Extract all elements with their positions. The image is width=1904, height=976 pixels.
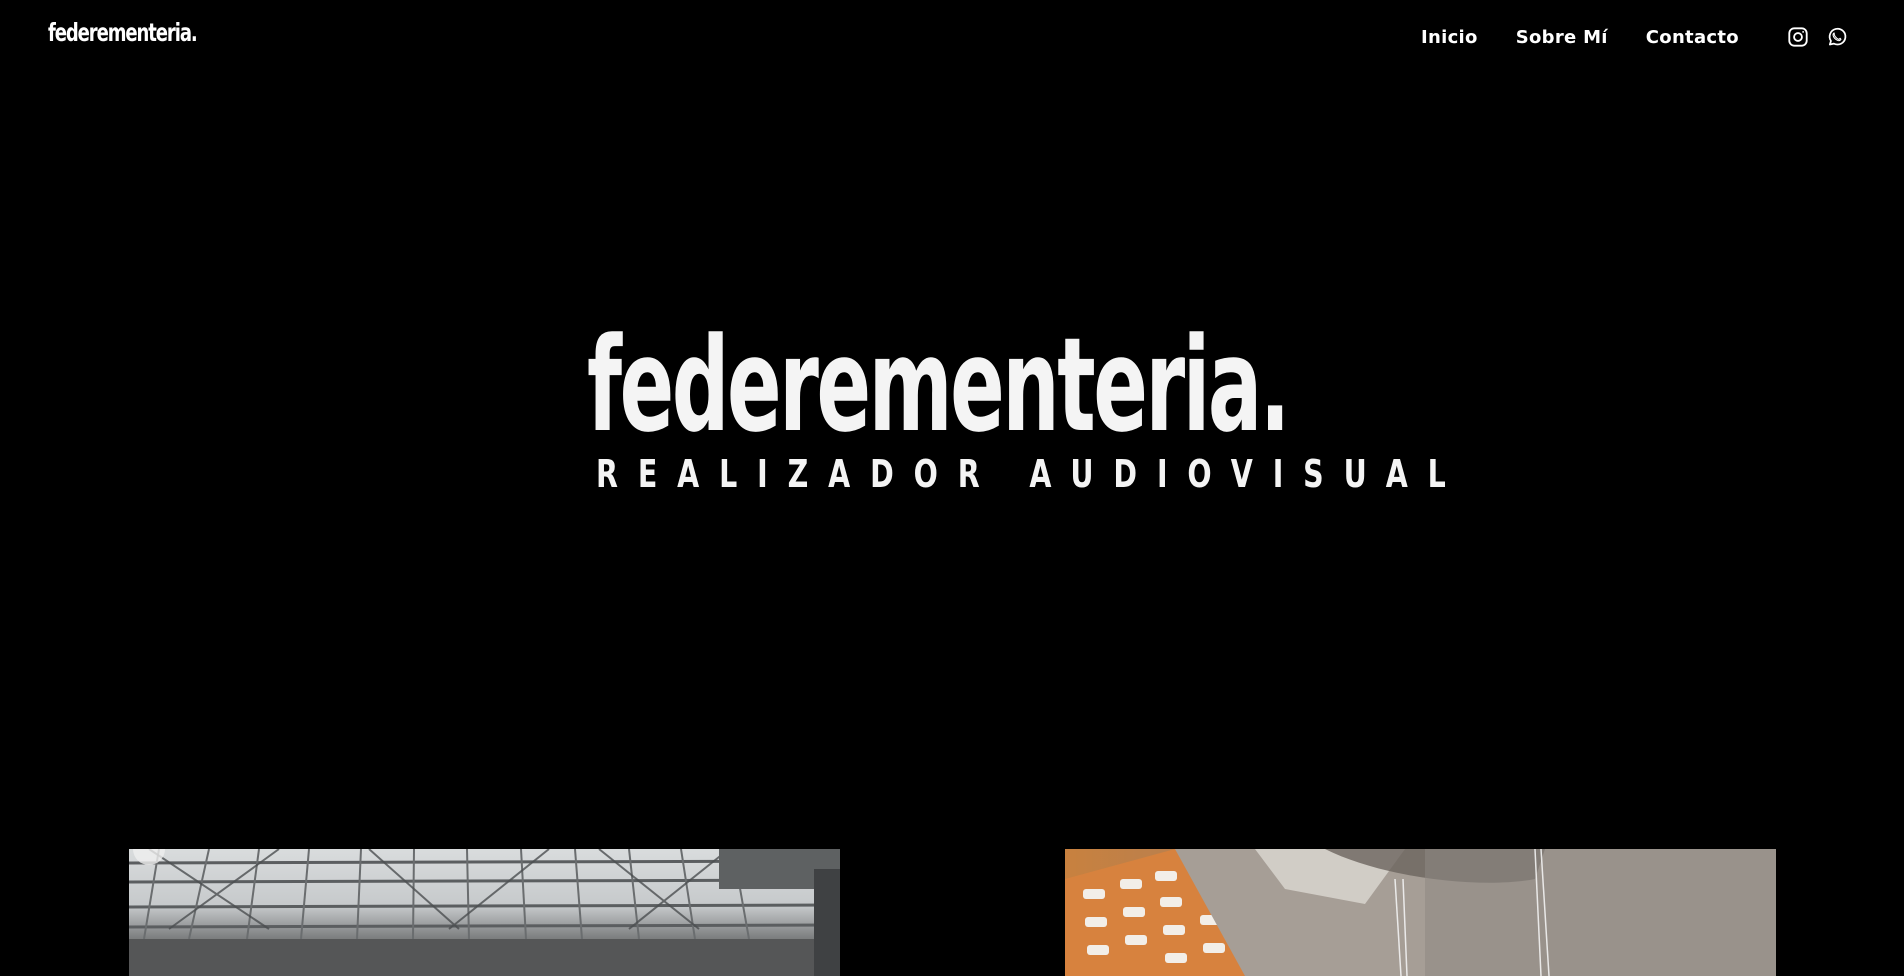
site-header: federementeria. Inicio Sobre Mí Contacto (0, 0, 1904, 76)
nav-link-inicio[interactable]: Inicio (1421, 26, 1478, 50)
whatsapp-icon[interactable] (1826, 26, 1848, 48)
hero-subtitle: REALIZADOR AUDIOVISUAL (596, 452, 1466, 496)
video-thumbnail-2[interactable] (1065, 849, 1776, 976)
hero-title: federementeria. (587, 309, 1290, 461)
page: federementeria. Inicio Sobre Mí Contacto (0, 0, 1904, 976)
studio-interior-image (1065, 849, 1776, 976)
social-links (1787, 26, 1865, 48)
nav-link-contacto[interactable]: Contacto (1646, 26, 1739, 50)
brand-logo-link[interactable]: federementeria. (48, 18, 198, 47)
warehouse-roof-image (129, 849, 840, 976)
main-nav: Inicio Sobre Mí Contacto (1421, 26, 1777, 50)
instagram-icon[interactable] (1787, 26, 1809, 48)
nav-link-sobre-mi[interactable]: Sobre Mí (1516, 26, 1608, 50)
video-thumbnail-1[interactable] (129, 849, 840, 976)
